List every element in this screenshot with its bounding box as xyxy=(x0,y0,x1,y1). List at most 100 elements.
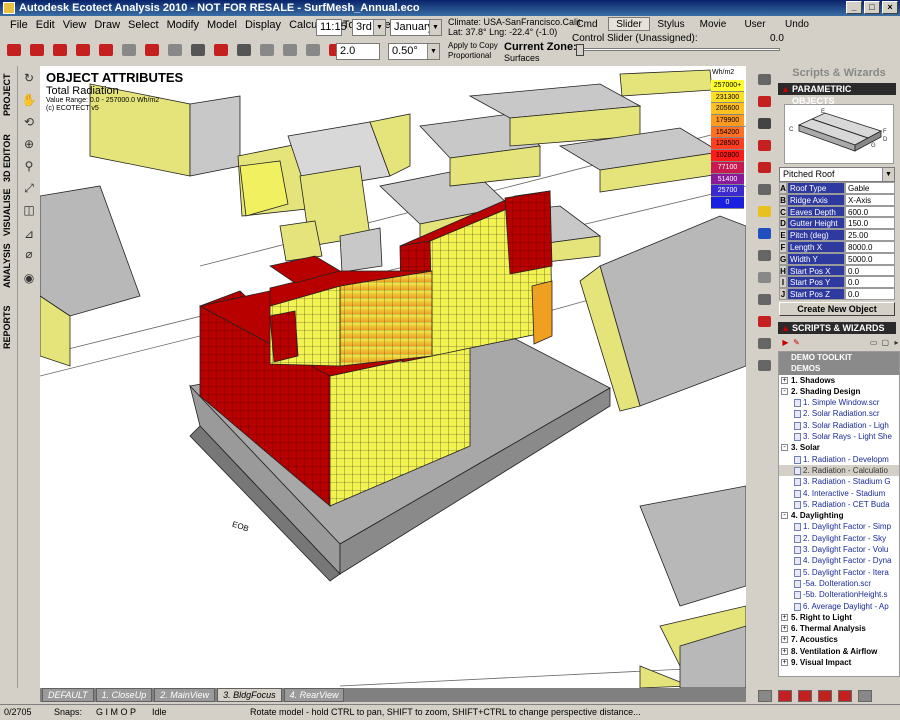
new-icon[interactable]: ▢ xyxy=(881,338,889,348)
menu-file[interactable]: File xyxy=(10,19,28,31)
snaps-value[interactable]: G I M O P xyxy=(96,707,136,717)
folder-icon[interactable]: ▭ xyxy=(870,338,878,348)
redo-icon[interactable] xyxy=(280,40,300,60)
new-icon[interactable] xyxy=(4,40,24,60)
export-icon[interactable] xyxy=(858,690,872,702)
param-value[interactable]: 150.0 xyxy=(845,217,895,230)
menu-view[interactable]: View xyxy=(63,19,87,31)
view-tab-3[interactable]: 3. BldgFocus xyxy=(217,688,282,702)
copy-icon[interactable] xyxy=(165,40,185,60)
database-icon[interactable] xyxy=(755,268,773,286)
tab-reports[interactable]: REPORTS xyxy=(2,298,16,356)
perspective-icon[interactable]: ◫ xyxy=(21,202,37,218)
expand-icon[interactable]: + xyxy=(781,376,788,384)
expand-icon[interactable]: - xyxy=(781,512,788,520)
script-item[interactable]: 3. Solar Radiation - Ligh xyxy=(779,420,899,431)
script-group[interactable]: DEMOS xyxy=(779,363,899,375)
control-slider-thumb[interactable] xyxy=(576,44,584,56)
zone-icon[interactable] xyxy=(755,158,773,176)
param-row[interactable]: C Eaves Depth 600.0 xyxy=(779,205,895,218)
menu-select[interactable]: Select xyxy=(128,19,159,31)
object-icon[interactable] xyxy=(755,114,773,132)
script-folder[interactable]: -3. Solar xyxy=(779,442,899,453)
tab-analysis[interactable]: ANALYSIS xyxy=(2,238,16,294)
script-folder[interactable]: +9. Visual Impact xyxy=(779,657,899,668)
menu-model[interactable]: Model xyxy=(207,19,237,31)
script-group[interactable]: DEMO TOOLKIT xyxy=(779,352,899,364)
menu-display[interactable]: Display xyxy=(245,19,281,31)
control-slider-track[interactable] xyxy=(580,48,780,51)
paste-icon[interactable] xyxy=(188,40,208,60)
script-folder[interactable]: -4. Daylighting xyxy=(779,510,899,521)
param-row[interactable]: I Start Pos Y 0.0 xyxy=(779,276,895,289)
pointer-icon[interactable] xyxy=(755,70,773,88)
create-new-object-button[interactable]: Create New Object xyxy=(779,302,895,316)
param-row[interactable]: B Ridge Axis X-Axis xyxy=(779,193,895,206)
param-value[interactable]: 0.0 xyxy=(845,288,895,300)
wizard-icon[interactable] xyxy=(303,40,323,60)
script-folder[interactable]: +7. Acoustics xyxy=(779,634,899,645)
param-value[interactable]: 8000.0 xyxy=(845,240,895,253)
current-zone-value[interactable]: Surfaces xyxy=(504,53,540,63)
script-item[interactable]: 5. Daylight Factor - Itera xyxy=(779,567,899,578)
script-item[interactable]: -5a. DoIteration.scr xyxy=(779,578,899,589)
analysis-icon[interactable] xyxy=(818,690,832,702)
param-row[interactable]: F Length X 8000.0 xyxy=(779,240,895,253)
tab-project[interactable]: PROJECT xyxy=(2,68,16,122)
maximize-button[interactable]: □ xyxy=(864,1,880,14)
script-folder[interactable]: -2. Shading Design xyxy=(779,386,899,397)
grid-snap-icon[interactable] xyxy=(758,690,772,702)
param-row[interactable]: D Gutter Height 150.0 xyxy=(779,217,895,230)
script-item[interactable]: 2. Radiation - Calculatio xyxy=(779,464,899,477)
expand-icon[interactable]: - xyxy=(781,387,788,395)
param-value[interactable]: X-Axis xyxy=(845,193,895,206)
scripts-tree[interactable]: DEMO TOOLKIT DEMOS +1. Shadows -2. Shading … xyxy=(778,351,900,677)
render-icon[interactable] xyxy=(838,690,852,702)
expand-icon[interactable]: + xyxy=(781,625,788,633)
close-button[interactable]: × xyxy=(882,1,898,14)
undo-icon[interactable] xyxy=(257,40,277,60)
climate-info[interactable]: Climate: USA-SanFrancisco.Calit Lat: 37.… xyxy=(448,17,581,37)
shade-icon[interactable] xyxy=(798,690,812,702)
chart-icon[interactable] xyxy=(755,312,773,330)
rotate-icon[interactable]: ↻ xyxy=(21,70,37,86)
param-row[interactable]: G Width Y 5000.0 xyxy=(779,252,895,265)
tab-slider[interactable]: Slider xyxy=(608,17,650,31)
expand-icon[interactable]: + xyxy=(781,659,788,667)
script-item[interactable]: 1. Simple Window.scr xyxy=(779,397,899,408)
script-item[interactable]: 3. Radiation - Stadium G xyxy=(779,476,899,487)
param-value[interactable]: 600.0 xyxy=(845,205,895,218)
edit-icon[interactable]: ✎ xyxy=(793,338,800,348)
open-icon[interactable] xyxy=(27,40,47,60)
parametric-objects-header[interactable]: ▲ PARAMETRIC OBJECTS xyxy=(778,83,896,106)
object-snap-icon[interactable] xyxy=(778,690,792,702)
param-value[interactable]: 5000.0 xyxy=(845,252,895,265)
import-icon[interactable] xyxy=(96,40,116,60)
shading-icon[interactable] xyxy=(755,224,773,242)
material-icon[interactable] xyxy=(755,136,773,154)
tab-cmd[interactable]: Cmd xyxy=(566,17,608,31)
script-item[interactable]: 5. Radiation - CET Buda xyxy=(779,499,899,510)
eye-icon[interactable] xyxy=(755,180,773,198)
model-viewport[interactable]: OBJECT ATTRIBUTES Total Radiation Value … xyxy=(40,66,746,688)
script-icon[interactable] xyxy=(755,356,773,374)
script-item[interactable]: 4. Daylight Factor - Dyna xyxy=(779,555,899,566)
grid-field[interactable]: 0.50° ▼ xyxy=(388,43,440,60)
cut-icon[interactable] xyxy=(142,40,162,60)
param-row[interactable]: H Start Pos X 0.0 xyxy=(779,264,895,277)
report-icon[interactable] xyxy=(755,290,773,308)
axes-icon[interactable]: ⊿ xyxy=(21,226,37,242)
tab-undo[interactable]: Undo xyxy=(776,17,818,31)
script-item[interactable]: 4. Interactive - Stadium xyxy=(779,488,899,499)
expand-icon[interactable]: + xyxy=(781,636,788,644)
param-value[interactable]: 0.0 xyxy=(845,276,895,289)
apply-copy-options[interactable]: Apply to Copy Proportional xyxy=(448,41,498,61)
surface-icon[interactable] xyxy=(755,246,773,264)
tab-user[interactable]: User xyxy=(734,17,776,31)
script-item[interactable]: 2. Solar Radiation.scr xyxy=(779,408,899,419)
script-folder[interactable]: +5. Right to Light xyxy=(779,612,899,623)
script-item[interactable]: 3. Daylight Factor - Volu xyxy=(779,544,899,555)
expand-icon[interactable]: - xyxy=(781,444,788,452)
save-icon[interactable] xyxy=(50,40,70,60)
minimize-button[interactable]: _ xyxy=(846,1,862,14)
